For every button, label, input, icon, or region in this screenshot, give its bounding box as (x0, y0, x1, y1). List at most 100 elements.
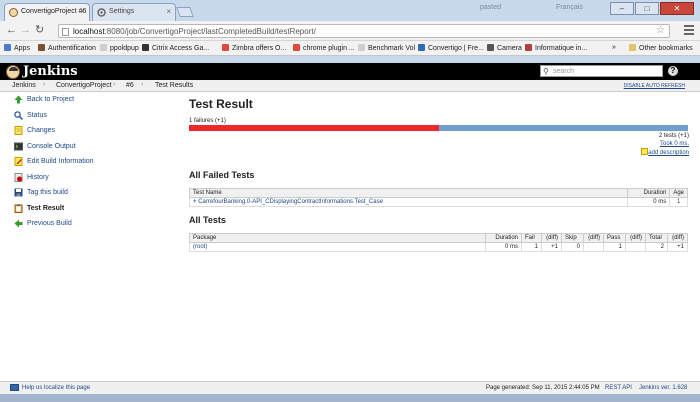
google-icon (293, 44, 300, 51)
column-header[interactable]: Package (189, 233, 486, 243)
age-link[interactable]: 1 (677, 199, 680, 205)
url-path: :8080/job/ConvertigoProject/lastComplete… (104, 27, 316, 36)
expand-icon[interactable]: + (193, 199, 197, 205)
column-header[interactable]: Skip (561, 233, 584, 243)
tab-convertigo[interactable]: ConvertigoProject #6 × (4, 3, 90, 21)
history-icon (14, 172, 23, 182)
sidebar-item-status[interactable]: Status (0, 108, 160, 124)
disable-auto-refresh-link[interactable]: DISABLE AUTO REFRESH (624, 83, 685, 89)
bookmark-item[interactable]: ppoldpup (100, 44, 139, 52)
bookmark-item[interactable]: Camera (487, 44, 522, 52)
total-cell: 2 (645, 242, 668, 252)
column-header[interactable]: (diff) (625, 233, 646, 243)
url-host: localhost (73, 27, 105, 36)
save-icon (14, 188, 23, 197)
bookmark-apps[interactable]: Apps (4, 44, 30, 52)
add-description-link[interactable]: add description (648, 150, 689, 156)
bookmark-item[interactable]: Informatique in... (525, 44, 587, 52)
column-header[interactable]: Test Name (188, 188, 629, 198)
failed-test-link[interactable]: CarrefourBanking.0-API_CDisplayingContra… (198, 199, 383, 205)
column-header[interactable]: Pass (603, 233, 626, 243)
sidebar-item-console-output[interactable]: Console Output (0, 139, 160, 155)
logo-text: Jenkins (23, 64, 78, 79)
jenkins-header: Jenkins ⚲ search ? (0, 63, 700, 80)
column-header[interactable]: Age (669, 188, 688, 198)
column-header[interactable]: (diff) (541, 233, 562, 243)
column-header[interactable]: Fail (521, 233, 542, 243)
chevron-right-icon[interactable]: » (612, 44, 616, 51)
breadcrumb-item[interactable]: #6 (126, 82, 134, 89)
breadcrumb-item[interactable]: Test Results (155, 82, 193, 89)
bookmark-icon (525, 44, 532, 51)
took-link[interactable]: Took 0 ms. (660, 141, 689, 147)
maximize-button[interactable]: □ (635, 2, 659, 15)
jenkins-version-link[interactable]: Jenkins ver. 1.628 (639, 385, 687, 391)
terminal-icon (14, 142, 23, 150)
jenkins-butler-icon (6, 64, 20, 79)
duration-cell: 0 ms (485, 242, 522, 252)
breadcrumb-item[interactable]: ConvertigoProject (56, 82, 112, 89)
fail-cell: 1 (521, 242, 542, 252)
breadcrumb-separator: › (141, 81, 144, 88)
notepad-icon (14, 126, 23, 135)
sidebar-item-tag-this-build[interactable]: Tag this build (0, 185, 160, 201)
sidebar-item-back-to-project[interactable]: Back to Project (0, 92, 160, 108)
apps-grid-icon (4, 44, 11, 51)
sidebar-item-changes[interactable]: Changes (0, 123, 160, 139)
bookmark-item[interactable]: Zimbra offers O... (222, 44, 286, 52)
bookmark-item[interactable]: chrome plugin ... (293, 44, 355, 52)
search-placeholder: search (553, 68, 575, 75)
bookmark-item[interactable]: Authentification (38, 44, 96, 52)
search-input[interactable]: ⚲ search (540, 65, 663, 77)
magnifier-icon (14, 110, 23, 120)
page-icon (62, 28, 69, 36)
breadcrumb: Jenkins › ConvertigoProject › #6 › Test … (0, 80, 700, 92)
bookmark-item[interactable]: Citrix Access Ga... (142, 44, 209, 52)
sidebar-item-test-result[interactable]: Test Result (0, 201, 160, 217)
column-header[interactable]: Duration (627, 188, 671, 198)
package-link[interactable]: (root) (193, 244, 207, 250)
close-tab-icon[interactable]: × (80, 7, 85, 16)
menu-icon[interactable] (684, 25, 694, 37)
page-footer: Help us localize this page Page generate… (0, 381, 700, 394)
rest-api-link[interactable]: REST API (605, 385, 632, 391)
table-row: + CarrefourBanking.0-API_CDisplayingCont… (188, 197, 688, 207)
faint-text: pasted (480, 4, 502, 11)
help-icon[interactable]: ? (668, 66, 678, 76)
column-header[interactable]: Duration (485, 233, 522, 243)
column-header[interactable]: (diff) (667, 233, 688, 243)
sidebar-item-history[interactable]: History (0, 170, 160, 186)
localize-link[interactable]: Help us localize this page (22, 385, 90, 391)
jenkins-logo[interactable]: Jenkins (6, 64, 78, 79)
new-tab-button[interactable] (176, 7, 194, 17)
bookmark-star-icon[interactable]: ☆ (656, 25, 665, 36)
back-arrow-icon[interactable]: ← (6, 25, 17, 36)
address-bar[interactable]: localhost:8080/job/ConvertigoProject/las… (58, 24, 670, 38)
other-bookmarks[interactable]: Other bookmarks (629, 44, 693, 52)
column-header[interactable]: (diff) (583, 233, 604, 243)
close-tab-icon[interactable]: × (166, 7, 171, 16)
sidebar: Back to Project Status Changes Console O… (0, 92, 160, 232)
failed-tests-table: Test Name Duration Age + CarrefourBankin… (188, 188, 688, 207)
camera-icon (487, 44, 494, 51)
failure-bar (189, 125, 439, 131)
browser-chrome: ConvertigoProject #6 × Settings × pasted… (0, 0, 700, 63)
tab-settings[interactable]: Settings × (92, 3, 176, 21)
sidebar-item-previous-build[interactable]: Previous Build (0, 216, 160, 232)
forward-arrow-icon[interactable]: → (20, 25, 31, 36)
bookmark-item[interactable]: Convertigo | Fre... (418, 44, 484, 52)
page-icon (358, 44, 365, 51)
sidebar-item-edit-build-information[interactable]: Edit Build Information (0, 154, 160, 170)
minimize-button[interactable]: – (610, 2, 634, 15)
convertigo-icon (418, 44, 425, 51)
pass-diff-cell (625, 242, 646, 252)
column-header[interactable]: Total (645, 233, 668, 243)
pass-cell: 1 (603, 242, 626, 252)
breadcrumb-separator: › (43, 81, 46, 88)
close-window-button[interactable]: ✕ (660, 2, 694, 15)
main-content: Test Result 1 failures (+1) 2 tests (+1)… (188, 92, 689, 252)
breadcrumb-item[interactable]: Jenkins (12, 82, 36, 89)
total-diff-cell: +1 (667, 242, 688, 252)
reload-icon[interactable]: ↻ (35, 25, 44, 36)
bookmark-item[interactable]: Benchmark Vol (358, 44, 415, 52)
